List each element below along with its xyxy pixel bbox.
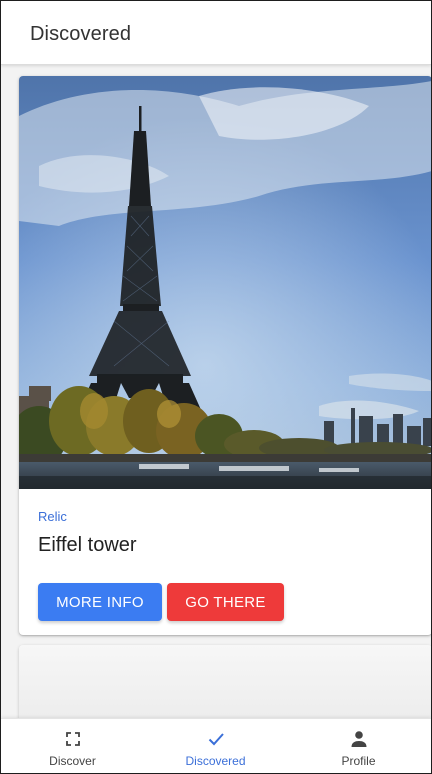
page-title: Discovered [30, 23, 132, 45]
checkmark-icon [208, 733, 224, 746]
place-photo[interactable] [19, 76, 431, 489]
bottom-navigation: Discover Discovered Profile [1, 718, 431, 773]
scan-frame-icon [65, 732, 80, 746]
go-there-button[interactable]: GO THERE [167, 583, 284, 621]
place-category: Relic [38, 509, 67, 524]
app-header: Discovered [1, 1, 431, 65]
nav-discovered-label: Discovered [185, 754, 246, 768]
nav-discover[interactable]: Discover [1, 719, 144, 773]
place-card: Relic Eiffel tower MORE INFO GO THERE [19, 76, 431, 635]
discovered-list[interactable]: Relic Eiffel tower MORE INFO GO THERE [1, 66, 431, 718]
nav-profile[interactable]: Profile [287, 719, 430, 773]
nav-profile-label: Profile [341, 754, 376, 768]
more-info-button[interactable]: MORE INFO [38, 583, 162, 621]
nav-discover-label: Discover [49, 754, 96, 768]
person-icon [351, 731, 366, 747]
app-frame: Discovered Relic Eiffel tower MORE INFO … [0, 0, 432, 774]
eiffel-tower-photo [19, 76, 431, 489]
nav-discovered[interactable]: Discovered [144, 719, 287, 773]
next-place-card[interactable] [19, 645, 431, 718]
place-title: Eiffel tower [38, 534, 137, 556]
